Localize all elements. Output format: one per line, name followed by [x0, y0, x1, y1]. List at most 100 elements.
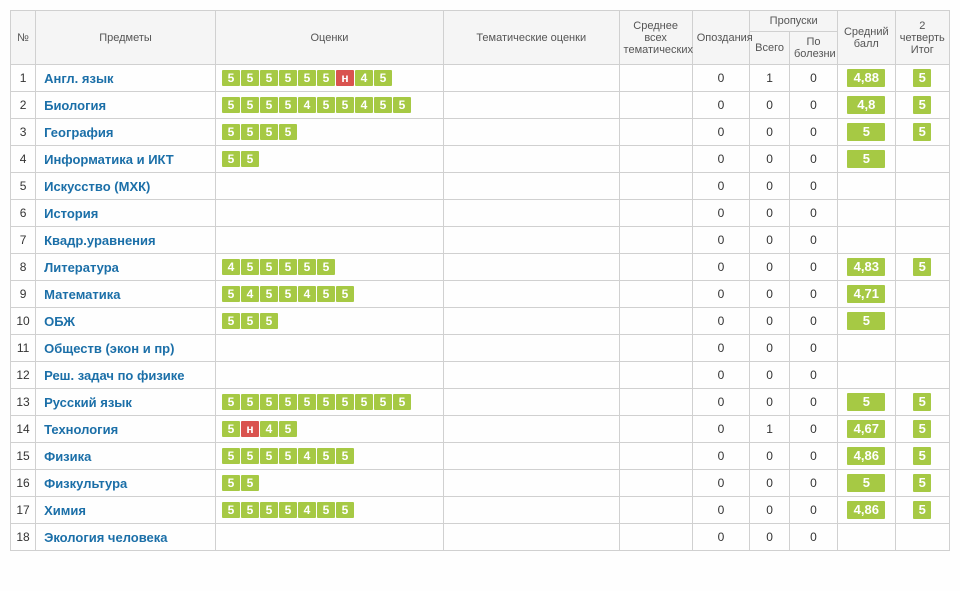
subject-link[interactable]: Химия — [44, 503, 86, 518]
grade-badge: 5 — [260, 448, 278, 464]
grade-badge: 4 — [298, 502, 316, 518]
subject-link[interactable]: Искусство (МХК) — [44, 179, 150, 194]
subject-link[interactable]: География — [44, 125, 113, 140]
grade-badge: 5 — [336, 448, 354, 464]
col-mean: Средний балл — [838, 11, 896, 65]
cell-num: 14 — [11, 416, 36, 443]
grade-badge: 5 — [374, 394, 392, 410]
subject-link[interactable]: Информатика и ИКТ — [44, 152, 174, 167]
grade-badge: 4 — [222, 259, 240, 275]
cell-mean: 5 — [838, 119, 896, 146]
cell-num: 9 — [11, 281, 36, 308]
grade-badge: 5 — [260, 70, 278, 86]
cell-subject: Англ. язык — [36, 65, 216, 92]
cell-subject: Экология человека — [36, 524, 216, 551]
cell-lateness: 0 — [692, 65, 750, 92]
table-row: 17Химия55554550004,865 — [11, 497, 950, 524]
cell-num: 13 — [11, 389, 36, 416]
grade-badge: 5 — [374, 70, 392, 86]
cell-subject: Искусство (МХК) — [36, 173, 216, 200]
subject-link[interactable]: История — [44, 206, 98, 221]
cell-subject: Литература — [36, 254, 216, 281]
subject-link[interactable]: Физика — [44, 449, 91, 464]
cell-final: 5 — [895, 443, 949, 470]
cell-abs-total: 0 — [750, 173, 790, 200]
subject-link[interactable]: Квадр.уравнения — [44, 233, 156, 248]
col-subject: Предметы — [36, 11, 216, 65]
cell-thematic — [443, 335, 619, 362]
cell-grades: 5555455 — [215, 443, 443, 470]
cell-num: 1 — [11, 65, 36, 92]
cell-abs-sick: 0 — [789, 389, 837, 416]
cell-thematic — [443, 227, 619, 254]
cell-thematic — [443, 308, 619, 335]
table-row: 10ОБЖ5550005 — [11, 308, 950, 335]
grade-badge: 5 — [317, 394, 335, 410]
final-badge: 5 — [913, 420, 931, 438]
subject-link[interactable]: Реш. задач по физике — [44, 368, 184, 383]
cell-mean — [838, 335, 896, 362]
cell-abs-total: 0 — [750, 200, 790, 227]
cell-lateness: 0 — [692, 173, 750, 200]
cell-abs-total: 0 — [750, 308, 790, 335]
cell-final: 5 — [895, 470, 949, 497]
cell-abs-total: 0 — [750, 497, 790, 524]
cell-mean — [838, 362, 896, 389]
cell-grades: 55 — [215, 470, 443, 497]
cell-subject: Биология — [36, 92, 216, 119]
cell-grades — [215, 362, 443, 389]
grade-badge: 5 — [260, 502, 278, 518]
subject-link[interactable]: Англ. язык — [44, 71, 113, 86]
cell-num: 10 — [11, 308, 36, 335]
grade-badge: 5 — [279, 448, 297, 464]
cell-final: 5 — [895, 65, 949, 92]
subject-link[interactable]: Русский язык — [44, 395, 132, 410]
cell-abs-sick: 0 — [789, 524, 837, 551]
cell-mean: 5 — [838, 389, 896, 416]
grade-badge: 5 — [241, 394, 259, 410]
subject-link[interactable]: Физкультура — [44, 476, 127, 491]
cell-grades — [215, 524, 443, 551]
grade-badge: 5 — [317, 97, 335, 113]
cell-lateness: 0 — [692, 200, 750, 227]
cell-mean — [838, 227, 896, 254]
subject-link[interactable]: Биология — [44, 98, 106, 113]
grade-badge: 5 — [355, 394, 373, 410]
cell-thematic — [443, 200, 619, 227]
cell-grades: 5555455455 — [215, 92, 443, 119]
cell-num: 2 — [11, 92, 36, 119]
cell-abs-total: 0 — [750, 146, 790, 173]
cell-abs-sick: 0 — [789, 92, 837, 119]
subject-link[interactable]: Экология человека — [44, 530, 167, 545]
mean-badge: 5 — [847, 393, 885, 411]
cell-thematic — [443, 173, 619, 200]
cell-avg-thematic — [619, 281, 692, 308]
subject-link[interactable]: Обществ (экон и пр) — [44, 341, 174, 356]
cell-avg-thematic — [619, 227, 692, 254]
mean-badge: 4,8 — [847, 96, 885, 114]
subject-link[interactable]: Математика — [44, 287, 120, 302]
cell-avg-thematic — [619, 200, 692, 227]
col-abs-sick: По болезни — [789, 32, 837, 65]
table-row: 3География555500055 — [11, 119, 950, 146]
subject-link[interactable]: ОБЖ — [44, 314, 75, 329]
cell-abs-sick: 0 — [789, 281, 837, 308]
cell-subject: Информатика и ИКТ — [36, 146, 216, 173]
col-grades: Оценки — [215, 11, 443, 65]
grade-badge: 5 — [241, 70, 259, 86]
cell-lateness: 0 — [692, 416, 750, 443]
cell-abs-sick: 0 — [789, 200, 837, 227]
grade-badge: 5 — [260, 394, 278, 410]
subject-link[interactable]: Литература — [44, 260, 119, 275]
cell-grades — [215, 335, 443, 362]
grade-badge: 5 — [222, 421, 240, 437]
cell-lateness: 0 — [692, 254, 750, 281]
final-badge: 5 — [913, 474, 931, 492]
subject-link[interactable]: Технология — [44, 422, 118, 437]
mean-badge: 5 — [847, 474, 885, 492]
cell-subject: Химия — [36, 497, 216, 524]
final-badge: 5 — [913, 123, 931, 141]
mean-badge: 5 — [847, 312, 885, 330]
cell-abs-total: 0 — [750, 443, 790, 470]
grade-badge: 5 — [241, 502, 259, 518]
